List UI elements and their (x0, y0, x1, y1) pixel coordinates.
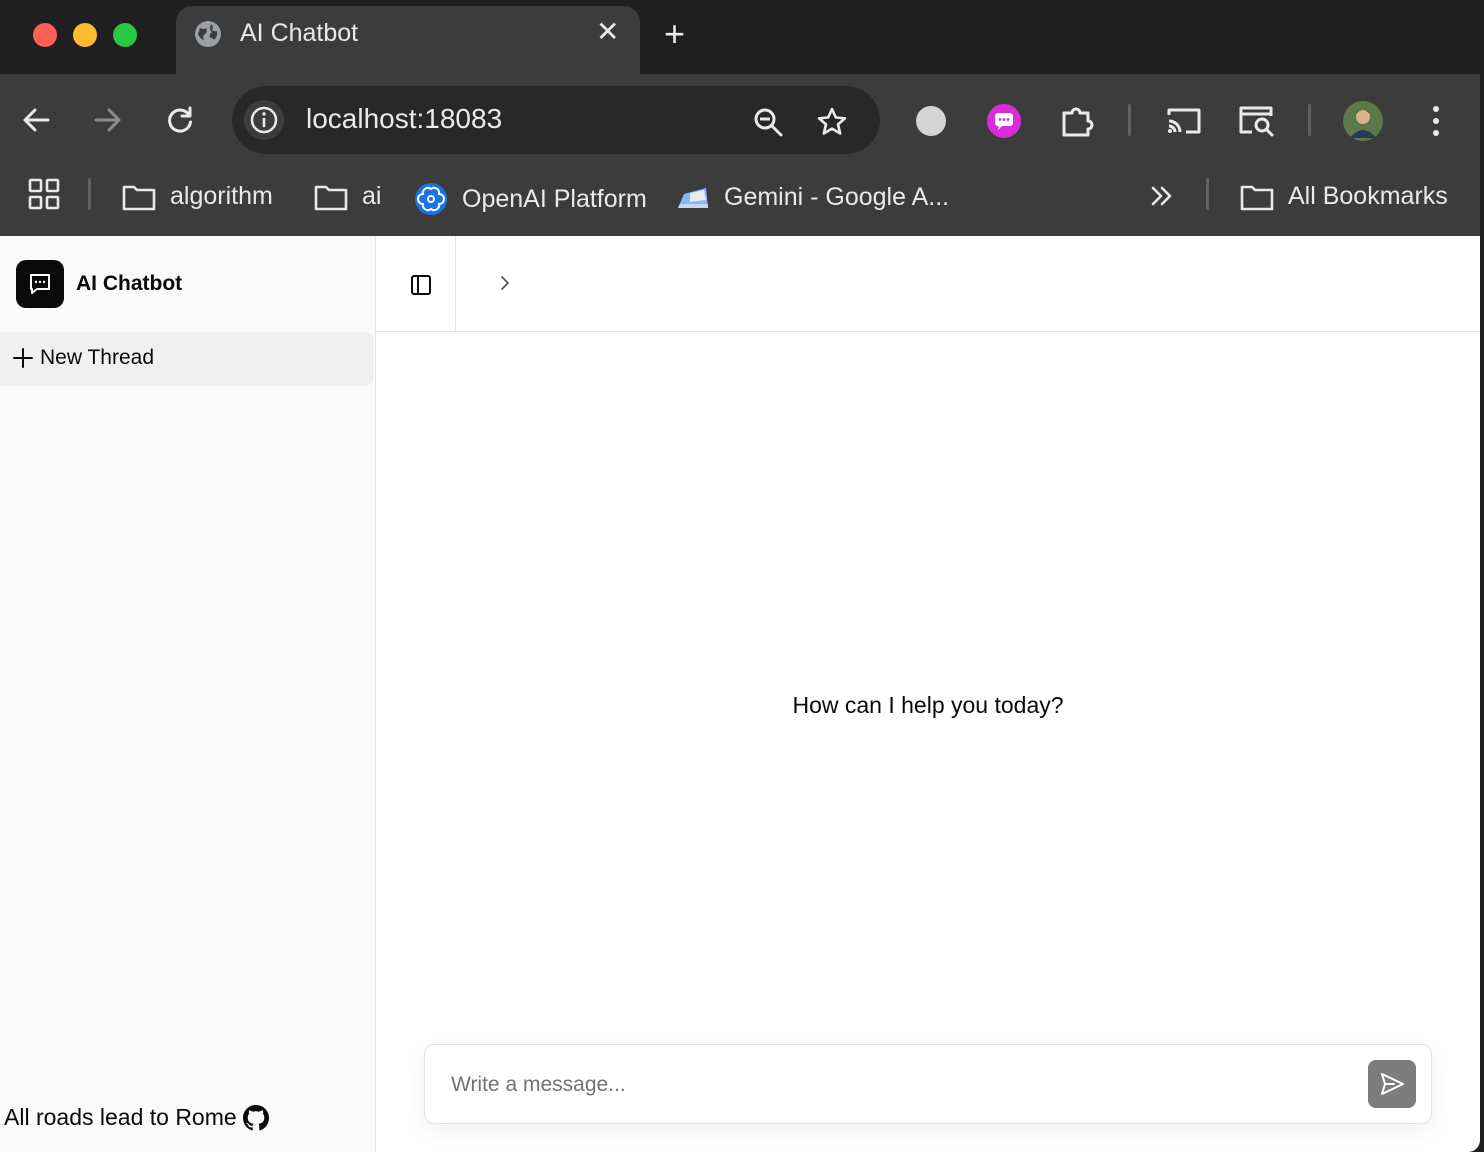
send-icon (1381, 1073, 1404, 1095)
more-menu-icon[interactable] (1426, 104, 1446, 138)
cast-icon[interactable] (1166, 105, 1202, 137)
main-topbar (376, 236, 1480, 332)
bookmark-star-icon[interactable] (816, 106, 848, 138)
main-panel: How can I help you today? (376, 236, 1480, 1152)
bookmark-label: ai (362, 182, 382, 210)
extension-circle-icon[interactable] (914, 104, 948, 138)
bookmarks-bar: algorithm ai OpenAI Platform Gemini - Go… (0, 166, 1480, 236)
profile-avatar[interactable] (1342, 100, 1384, 142)
bookmark-label: algorithm (170, 182, 273, 210)
window-maximize-button[interactable] (113, 23, 137, 47)
window-close-button[interactable] (33, 23, 57, 47)
site-info-icon[interactable] (244, 100, 284, 140)
address-bar[interactable]: localhost:18083 (232, 86, 880, 154)
new-tab-button[interactable]: + (664, 16, 685, 52)
bookmark-label: Gemini - Google A... (724, 182, 950, 211)
gemini-icon (678, 188, 708, 208)
url-text[interactable]: localhost:18083 (306, 103, 502, 135)
plus-icon (13, 348, 33, 368)
new-thread-label: New Thread (40, 346, 155, 369)
bookmark-separator (1206, 178, 1209, 210)
globe-icon (195, 21, 221, 47)
tab-search-icon[interactable] (1238, 104, 1276, 138)
app-logo (16, 260, 64, 308)
bookmark-ai[interactable]: ai (314, 182, 381, 211)
folder-icon (1240, 185, 1274, 210)
bookmark-gemini[interactable]: Gemini - Google A... (676, 182, 949, 212)
folder-icon (314, 185, 348, 210)
browser-tab[interactable]: AI Chatbot ✕ (176, 6, 640, 74)
tab-close-icon[interactable]: ✕ (596, 18, 619, 46)
back-icon[interactable] (22, 106, 50, 134)
new-thread-button[interactable]: New Thread (0, 332, 374, 386)
folder-icon (122, 185, 156, 210)
footer-text: All roads lead to Rome (4, 1104, 237, 1130)
openai-icon (415, 183, 447, 215)
zoom-icon[interactable] (752, 106, 784, 138)
sidebar-toggle-icon (411, 275, 431, 295)
github-icon[interactable] (242, 1104, 269, 1131)
sidebar-footer: All roads lead to Rome (4, 1104, 269, 1131)
chat-bubble-icon (30, 274, 50, 294)
all-bookmarks[interactable]: All Bookmarks (1240, 182, 1448, 211)
chat-extension-icon[interactable] (986, 103, 1022, 139)
app-title: AI Chatbot (76, 272, 183, 295)
reload-icon[interactable] (166, 106, 194, 134)
send-button[interactable] (1368, 1060, 1416, 1108)
bookmark-algorithm[interactable]: algorithm (122, 182, 273, 211)
bookmark-openai-platform[interactable]: OpenAI Platform (414, 182, 647, 216)
bookmark-separator (88, 178, 91, 210)
browser-toolbar: localhost:18083 (0, 74, 1480, 166)
bookmark-label: OpenAI Platform (462, 184, 647, 213)
welcome-message: How can I help you today? (792, 692, 1064, 718)
app-viewport: AI Chatbot New Thread All roads lead to … (0, 236, 1480, 1152)
message-input[interactable] (451, 1065, 1351, 1105)
all-bookmarks-label: All Bookmarks (1288, 182, 1448, 210)
extensions-puzzle-icon[interactable] (1060, 103, 1096, 139)
browser-tabstrip: AI Chatbot ✕ + (0, 0, 1484, 74)
forward-icon[interactable] (94, 106, 122, 134)
toggle-sidebar-button[interactable] (376, 236, 456, 331)
sidebar: AI Chatbot New Thread All roads lead to … (0, 236, 376, 1152)
message-composer (424, 1044, 1432, 1124)
toolbar-separator (1128, 104, 1131, 136)
window-minimize-button[interactable] (73, 23, 97, 47)
tab-title: AI Chatbot (240, 19, 359, 47)
more-bookmarks-icon[interactable] (1148, 182, 1176, 210)
toolbar-separator (1308, 104, 1311, 136)
chevron-right-icon[interactable] (496, 274, 514, 292)
apps-grid-icon[interactable] (28, 178, 60, 210)
